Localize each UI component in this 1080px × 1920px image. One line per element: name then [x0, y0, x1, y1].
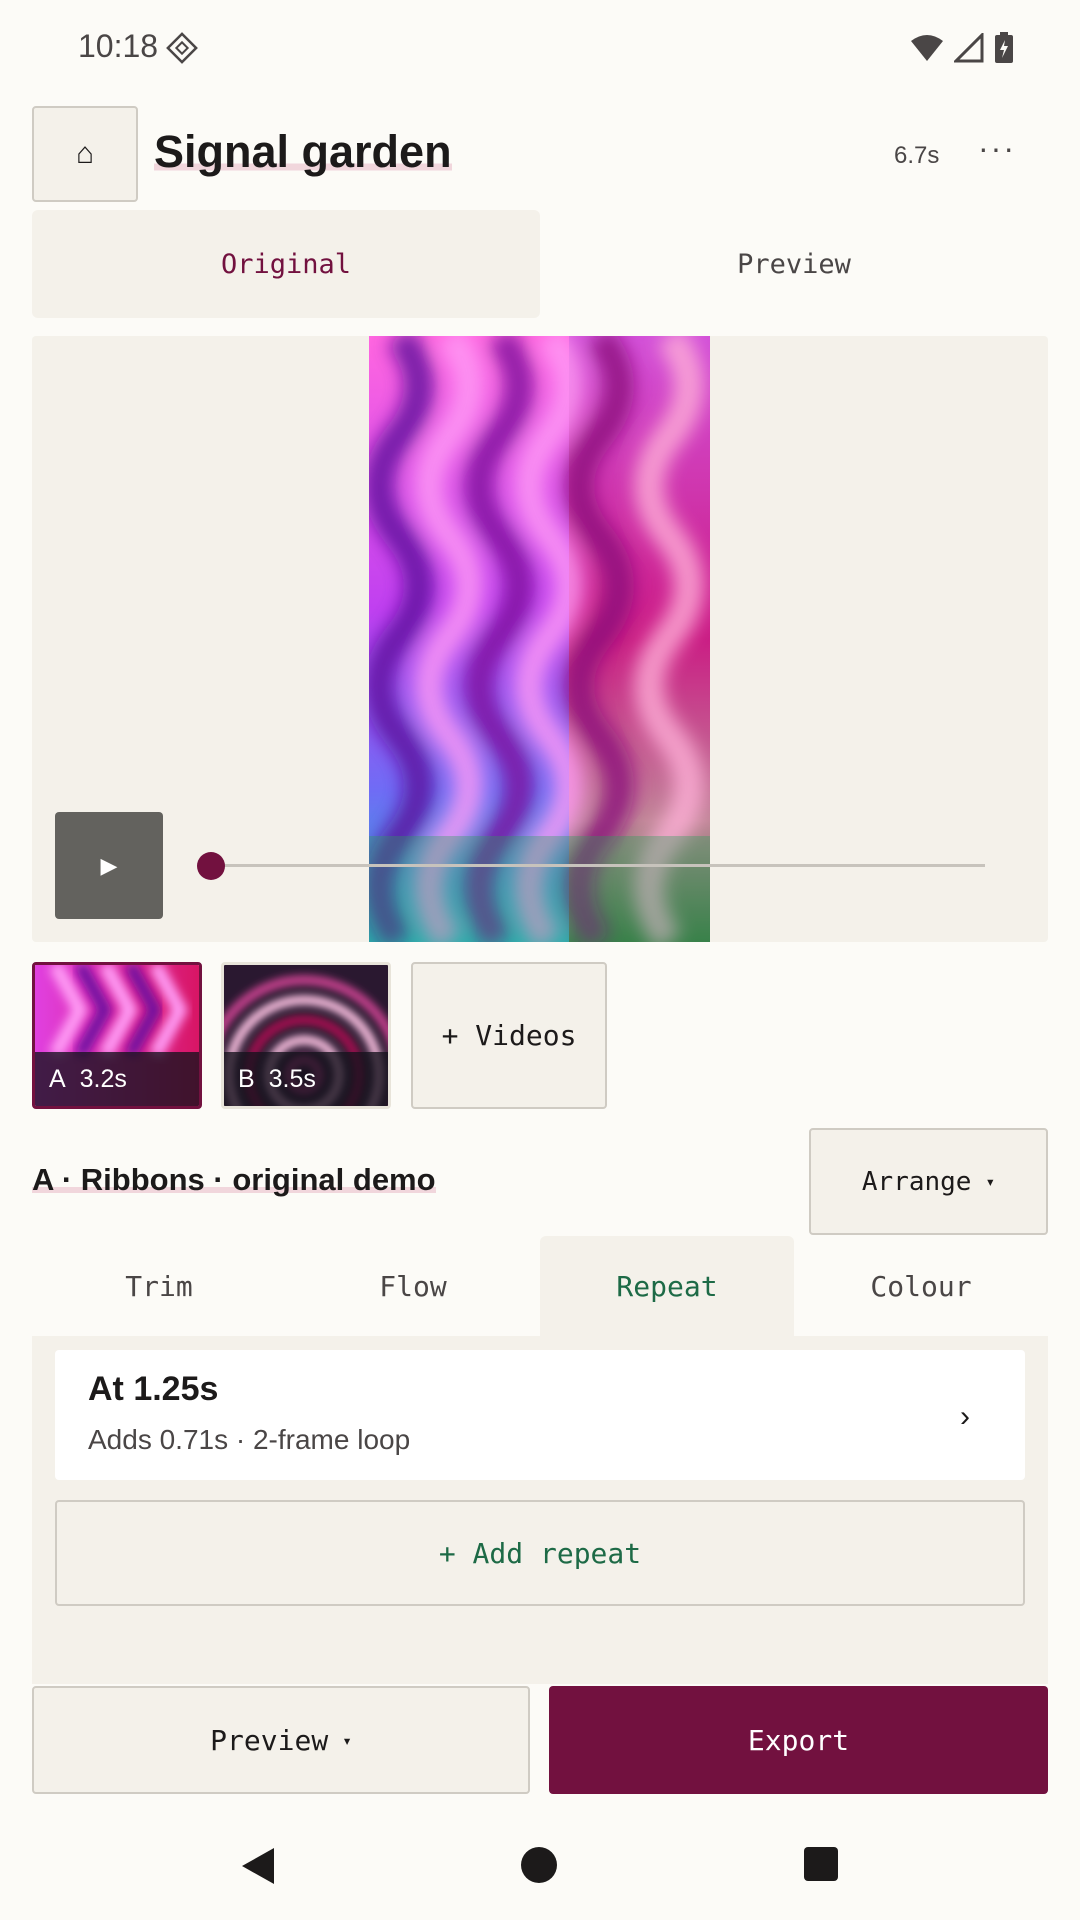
play-icon: ▶ [100, 852, 118, 878]
nav-home-icon[interactable] [520, 1846, 558, 1889]
repeat-item-subtitle: Adds 0.71s · 2-frame loop [88, 1424, 411, 1455]
total-duration: 6.7s [894, 142, 940, 169]
clip-b-letter: B [238, 1064, 255, 1093]
nav-recents-icon[interactable] [803, 1846, 839, 1887]
status-time: 10:18 [78, 28, 159, 64]
tab-colour[interactable]: Colour [794, 1236, 1048, 1336]
tab-flow[interactable]: Flow [286, 1236, 540, 1336]
nav-back-icon[interactable] [240, 1846, 276, 1891]
more-options-icon[interactable]: ··· [978, 130, 1016, 167]
cellular-signal-icon [952, 31, 984, 68]
clip-a-duration: 3.2s [79, 1064, 127, 1093]
tab-trim[interactable]: Trim [32, 1236, 286, 1336]
scrubber-handle[interactable] [197, 852, 225, 880]
play-button[interactable]: ▶ [55, 812, 163, 919]
clip-a-letter: A [49, 1064, 66, 1093]
home-icon: ⌂ [75, 137, 95, 170]
chevron-right-icon[interactable]: › [960, 1400, 970, 1434]
page-title: Signal garden [154, 126, 452, 178]
chevron-down-icon: ▾ [985, 1172, 996, 1191]
video-frame [369, 336, 710, 942]
export-button[interactable]: Export [549, 1686, 1048, 1794]
scrubber-track[interactable] [212, 864, 985, 867]
clip-thumbnail-a[interactable]: A 3.2s [32, 962, 202, 1109]
arrange-label: Arrange [861, 1166, 972, 1197]
arrange-dropdown[interactable]: Arrange ▾ [809, 1128, 1048, 1235]
status-icons [910, 31, 1014, 69]
developer-mode-icon [166, 32, 198, 69]
add-videos-button[interactable]: + Videos [411, 962, 607, 1109]
repeat-item-title: At 1.25s [88, 1370, 219, 1408]
clip-b-label: B 3.5s [224, 1052, 388, 1106]
home-button[interactable]: ⌂ [32, 106, 138, 202]
clip-thumbnail-b[interactable]: B 3.5s [221, 962, 391, 1109]
view-preview-tab[interactable]: Preview [540, 210, 1048, 318]
clip-a-label: A 3.2s [35, 1052, 199, 1106]
battery-charging-icon [994, 32, 1014, 69]
tab-repeat[interactable]: Repeat [540, 1236, 794, 1336]
preview-menu-button[interactable]: Preview ▾ [32, 1686, 530, 1794]
clip-b-duration: 3.5s [268, 1064, 316, 1093]
chevron-down-icon: ▾ [342, 1730, 352, 1750]
wifi-icon [910, 33, 944, 68]
preview-button-label: Preview [210, 1723, 329, 1757]
view-original-tab[interactable]: Original [32, 210, 540, 318]
add-repeat-button[interactable]: + Add repeat [55, 1500, 1025, 1606]
clip-section-title: A · Ribbons · original demo [32, 1162, 436, 1198]
